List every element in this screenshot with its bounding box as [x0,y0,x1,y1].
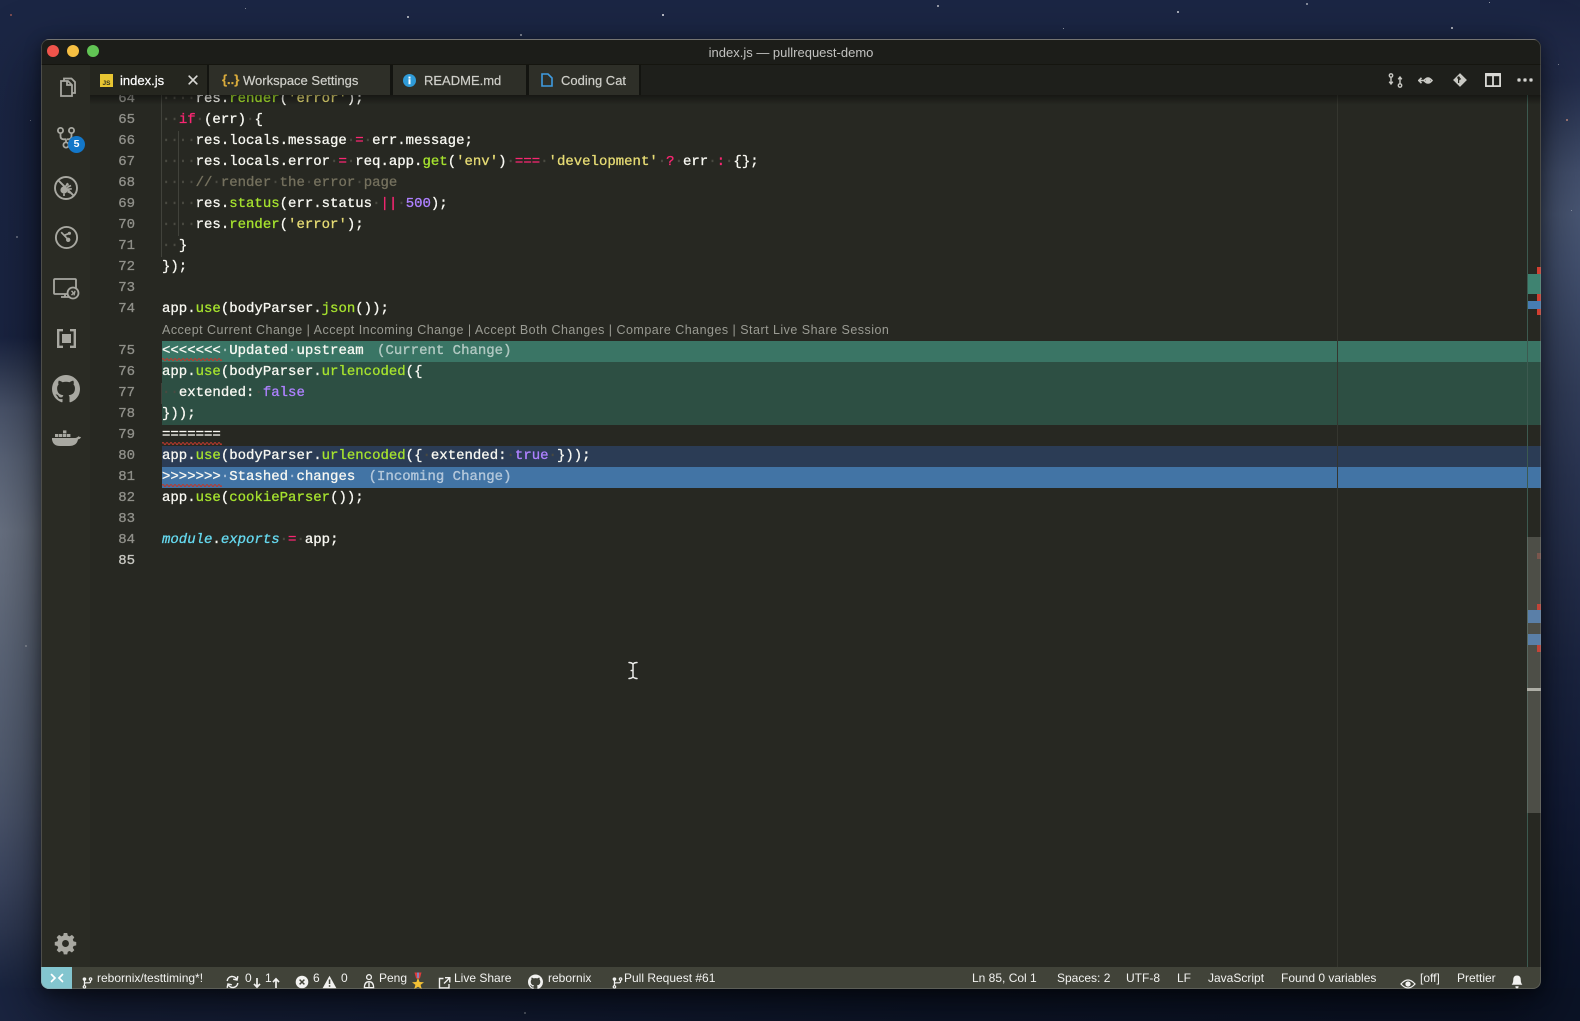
svg-text:JS: JS [103,80,112,87]
